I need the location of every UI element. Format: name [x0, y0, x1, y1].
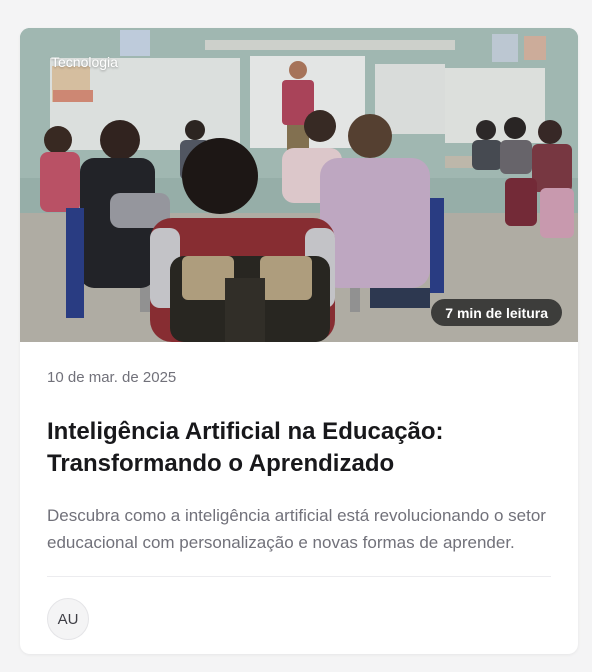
- classroom-photo: [20, 28, 578, 342]
- article-excerpt: Descubra como a inteligência artificial …: [47, 506, 546, 552]
- read-time-badge: 7 min de leitura: [431, 299, 562, 326]
- category-label[interactable]: Tecnologia: [51, 54, 118, 70]
- article-cover-image: Tecnologia 7 min de leitura: [20, 28, 578, 342]
- publish-date: 10 de mar. de 2025: [47, 369, 177, 386]
- author-avatar[interactable]: AU: [47, 598, 89, 640]
- article-card[interactable]: Tecnologia 7 min de leitura 10 de mar. d…: [20, 28, 578, 654]
- article-title[interactable]: Inteligência Artificial na Educação: Tra…: [47, 416, 551, 480]
- divider: [47, 576, 551, 577]
